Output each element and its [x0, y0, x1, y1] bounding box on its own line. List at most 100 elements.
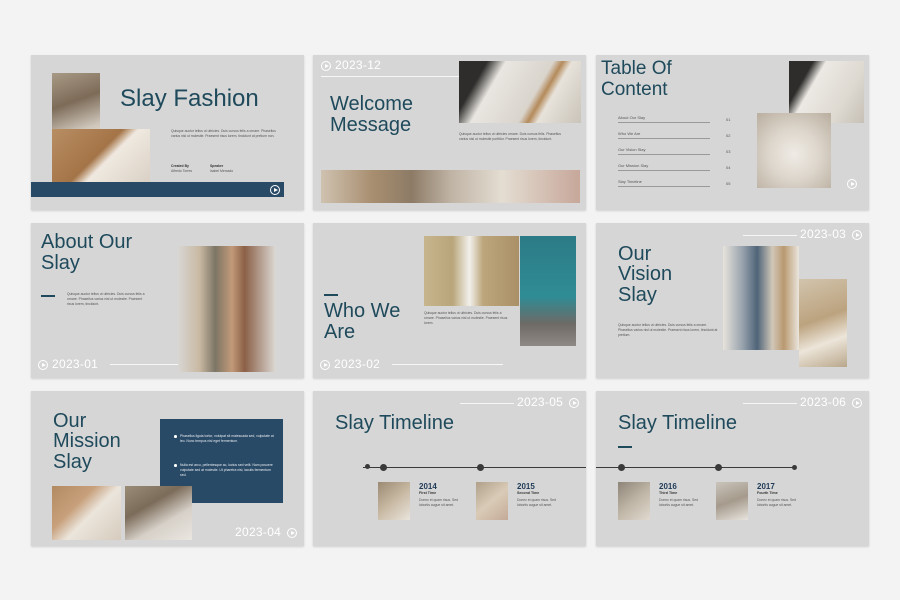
portrait-photo: [125, 486, 192, 540]
timeline-dot: [477, 464, 484, 471]
year-label: 2023-03: [800, 227, 847, 241]
year-label: 2023-04: [235, 525, 282, 539]
play-icon[interactable]: [38, 360, 48, 370]
toc-num: 03: [726, 149, 731, 154]
who-title-2: Are: [324, 321, 356, 343]
timeline-dot: [380, 464, 387, 471]
event-body: Donec et quam risus. Sed lobortis augue …: [757, 498, 797, 507]
event-year: 2015: [517, 482, 535, 491]
knit-stack-photo: [52, 486, 121, 540]
toc-item[interactable]: Our Mission Slay: [618, 160, 710, 171]
toc-num: 02: [726, 133, 731, 138]
sunglasses-photo: [799, 279, 847, 367]
play-icon[interactable]: [321, 61, 331, 71]
play-icon[interactable]: [852, 230, 862, 240]
dress-photo: [424, 236, 519, 306]
play-icon[interactable]: [852, 398, 862, 408]
mission-title-1: Our: [53, 410, 87, 432]
accent-dash: [618, 446, 632, 448]
toc-item[interactable]: Our Vision Slay: [618, 144, 710, 155]
who-body: Quisque auctor tellus ut ultricies. Duis…: [424, 311, 508, 325]
event-year: 2016: [659, 482, 677, 491]
speaker-name: Isabel Mercado: [210, 169, 234, 173]
about-body: Quisque auctor tellus ut ultricies. Duis…: [67, 292, 145, 306]
toc-num: 04: [726, 165, 731, 170]
necklace-photo: [459, 61, 581, 123]
toc-sweater-photo: [757, 113, 831, 188]
teal-door-photo: [520, 236, 576, 346]
slide-welcome[interactable]: 2023-12 Welcome Message Quisque auctor t…: [313, 55, 586, 210]
vision-body: Quisque auctor tellus ut ultricies. Duis…: [618, 323, 718, 337]
slide-timeline-1[interactable]: 2023-05 Slay Timeline 2014 First Time Do…: [313, 391, 586, 546]
bullet-dot: [174, 464, 177, 467]
event-photo: [716, 482, 748, 520]
toc-item[interactable]: Who We Are: [618, 128, 710, 139]
slide-vision[interactable]: 2023-03 Our Vision Slay Quisque auctor t…: [596, 223, 869, 378]
year-label: 2023-02: [334, 357, 381, 371]
vision-title-3: Slay: [618, 284, 657, 306]
welcome-title-2: Message: [330, 114, 412, 136]
accent-dash: [324, 294, 338, 296]
created-by-name: Alfredo Torres: [171, 169, 193, 173]
year-label: 2023-01: [52, 357, 99, 371]
event-year: 2017: [757, 482, 775, 491]
event-subtitle: First Time: [419, 491, 437, 495]
event-subtitle: Fourth Time: [757, 491, 778, 495]
mission-bullet-2: Nulla est arcu, pellentesque ac, luctus …: [180, 463, 273, 477]
divider-line: [392, 364, 503, 365]
accent-dash: [41, 295, 55, 297]
welcome-body: Quisque auctor tellus ut ultricies ornar…: [459, 132, 561, 141]
couple-photo: [178, 246, 276, 372]
event-subtitle: Second Time: [517, 491, 540, 495]
mission-title-3: Slay: [53, 451, 92, 473]
divider-line: [743, 235, 797, 236]
slide-mission[interactable]: Our Mission Slay Phasellus ligula tortor…: [31, 391, 304, 546]
divider-line: [110, 364, 178, 365]
timeline-dot: [715, 464, 722, 471]
welcome-title-1: Welcome: [330, 93, 413, 115]
event-photo: [476, 482, 508, 520]
play-icon[interactable]: [287, 528, 297, 538]
timeline-dot: [365, 464, 370, 469]
divider-line: [460, 403, 514, 404]
slide-toc[interactable]: Table Of Content About Our Slay 01 Who W…: [596, 55, 869, 210]
year-label: 2023-06: [800, 395, 847, 409]
divider-line: [321, 76, 459, 77]
event-photo: [618, 482, 650, 520]
slide-about[interactable]: About Our Slay Quisque auctor tellus ut …: [31, 223, 304, 378]
slide-cover[interactable]: Slay Fashion Quisque auctor tellus ut ul…: [31, 55, 304, 210]
play-icon[interactable]: [847, 179, 857, 189]
toc-title-1: Table Of: [601, 58, 672, 79]
timeline-dot: [792, 465, 797, 470]
play-icon[interactable]: [270, 185, 280, 195]
toc-num: 05: [726, 181, 731, 186]
play-icon[interactable]: [320, 360, 330, 370]
slide-who[interactable]: Who We Are Quisque auctor tellus ut ultr…: [313, 223, 586, 378]
knit-photo: [52, 129, 150, 189]
event-photo: [378, 482, 410, 520]
slide-timeline-2[interactable]: 2023-06 Slay Timeline 2016 Third Time Do…: [596, 391, 869, 546]
mission-bullet-1: Phasellus ligula tortor, volutpat sit ma…: [180, 434, 274, 443]
year-label: 2023-12: [335, 58, 382, 72]
play-icon[interactable]: [569, 398, 579, 408]
timeline-axis: [596, 467, 796, 468]
who-title-1: Who We: [324, 300, 401, 322]
mission-title-2: Mission: [53, 430, 121, 452]
vision-title-2: Vision: [618, 263, 673, 285]
timeline-title: Slay Timeline: [335, 412, 454, 434]
event-body: Donec et quam risus. Sed lobortis augue …: [659, 498, 699, 507]
about-title-1: About Our: [41, 231, 133, 253]
event-subtitle: Third Time: [659, 491, 678, 495]
about-title-2: Slay: [41, 252, 80, 274]
event-body: Donec et quam risus. Sed lobortis augue …: [517, 498, 557, 507]
timeline-title: Slay Timeline: [618, 412, 737, 434]
vision-title-1: Our: [618, 243, 652, 265]
toc-item[interactable]: Slay Timeline: [618, 176, 710, 187]
toc-num: 01: [726, 117, 731, 122]
toc-title-2: Content: [601, 79, 668, 100]
timeline-axis: [363, 467, 586, 468]
event-year: 2014: [419, 482, 437, 491]
toc-item[interactable]: About Our Slay: [618, 112, 710, 123]
fabric-strip-photo: [321, 170, 580, 203]
cover-title: Slay Fashion: [120, 85, 259, 112]
